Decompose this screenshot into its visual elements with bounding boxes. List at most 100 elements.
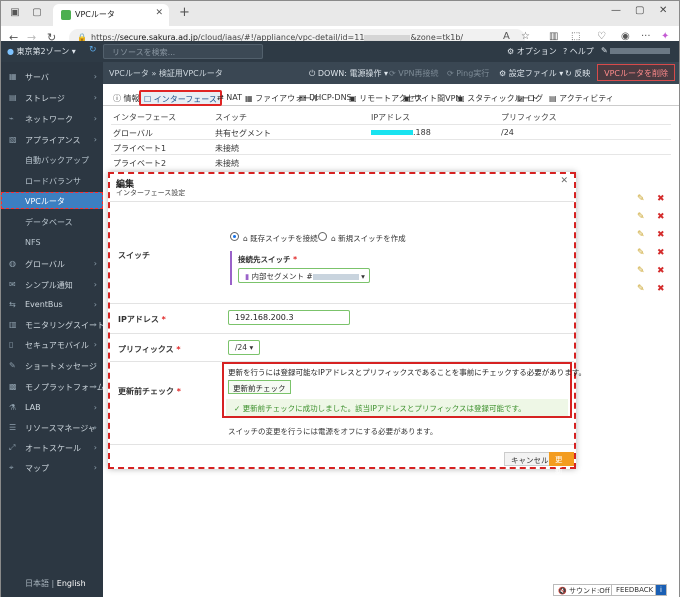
options-link[interactable]: ⚙ オプション [507, 46, 557, 57]
existing-switch-radio[interactable] [230, 232, 239, 241]
check-icon: ✓ [234, 404, 243, 413]
sidebar-item[interactable]: 自動バックアップ [1, 151, 103, 168]
zone-selector[interactable]: ● 東京第2ゾーン ▾ [7, 46, 76, 57]
new-switch-option[interactable]: ⌂ 新規スイッチを作成 [331, 233, 406, 244]
refresh-icon[interactable]: ↻ [89, 45, 97, 55]
config-file-button[interactable]: ⚙ 設定ファイル ▾ [499, 68, 563, 79]
precheck-button[interactable]: 更新前チェック [228, 380, 291, 394]
browser-tab[interactable]: VPCルータ ✕ [53, 4, 169, 26]
favicon-icon [61, 10, 71, 20]
sidebar-item-label: VPCルータ [25, 197, 65, 206]
feedback-button[interactable]: FEEDBACK [611, 584, 659, 596]
table-cell: プライベート1 [113, 144, 167, 153]
sidebar-item[interactable]: ⌁ › ネットワーク [1, 110, 103, 127]
tab-8[interactable]: ▤ ログ [517, 93, 543, 104]
tab-title: VPCルータ [75, 10, 115, 19]
edit-icon[interactable]: ✎ [637, 212, 645, 222]
ping-button[interactable]: ⟳ Ping実行 [447, 68, 489, 79]
resource-search-input[interactable]: リソースを検索... [103, 44, 263, 59]
sidebar-item[interactable]: ⇆ › EventBus [1, 296, 103, 313]
lang-en[interactable]: English [57, 579, 86, 588]
delete-router-button[interactable]: VPCルータを削除 [597, 64, 675, 81]
target-switch-select[interactable]: ▮ 内部セグメント # ▾ [238, 268, 370, 283]
sidebar-item[interactable]: ▯ › セキュアモバイル [1, 336, 103, 353]
maximize-icon[interactable]: ▢ [635, 5, 644, 16]
sidebar-item[interactable]: ▩ › モノプラットフォーム [1, 378, 105, 395]
tab-label: インターフェース [153, 95, 217, 104]
sidebar-item[interactable]: VPCルータ [1, 192, 103, 209]
new-switch-radio[interactable] [318, 232, 327, 241]
sidebar-item-label: リソースマネージャ [25, 424, 96, 433]
tab-6[interactable]: ▣ サイト間VPN [403, 93, 461, 104]
sidebar-item[interactable]: ロードバランサ [1, 172, 103, 189]
tab-actions-icon[interactable]: ▢ [31, 7, 43, 19]
close-dialog-icon[interactable]: ✕ [560, 176, 568, 186]
edit-icon[interactable]: ✎ [637, 194, 645, 204]
power-menu-button[interactable]: ⏻ DOWN: 電源操作 ▾ [309, 68, 388, 79]
sidebar-item[interactable]: ✎ › ショートメッセージ [1, 357, 103, 374]
tab-strip: ▣ ▢ VPCルータ ✕ + — ▢ ✕ [1, 1, 679, 26]
power-label: DOWN: 電源操作 [317, 69, 382, 78]
cancel-button[interactable]: キャンセル [504, 452, 556, 466]
vpn-reconnect-button[interactable]: ⟳ VPN再接続 [389, 68, 439, 79]
tab-1[interactable]: ☐ インターフェース [139, 90, 222, 106]
sidebar-item[interactable]: ▤ › ストレージ [1, 89, 103, 106]
delete-icon[interactable]: ✖ [657, 230, 665, 240]
sidebar-item[interactable]: データベース [1, 213, 103, 230]
ip-address-input[interactable]: 192.168.200.3 [228, 310, 350, 325]
sidebar-item[interactable]: ◍ › グローバル [1, 255, 103, 272]
tab-icon: ▣ [349, 94, 360, 103]
chevron-right-icon: › [93, 443, 97, 452]
sound-toggle[interactable]: 🔇 サウンド:Off [553, 584, 615, 596]
edit-icon[interactable]: ✎ [637, 266, 645, 276]
delete-icon[interactable]: ✖ [657, 284, 665, 294]
tab-label: NAT [226, 93, 242, 102]
save-button[interactable]: 更新 [549, 452, 574, 475]
tab-9[interactable]: ▤ アクティビティ [549, 93, 614, 104]
prefix-select[interactable]: /24 ▾ [228, 340, 260, 355]
sidebar-item[interactable]: ☰ › リソースマネージャ [1, 419, 103, 436]
table-row[interactable]: プライベート1 未接続 [111, 139, 671, 154]
switch-accent-bar [230, 251, 232, 285]
breadcrumb-current: 検証用VPCルータ [158, 69, 223, 78]
tab-icon: ▤ [549, 94, 560, 103]
delete-icon[interactable]: ✖ [657, 212, 665, 222]
platform-icon: ▩ [9, 382, 17, 391]
notify-icon: ✉ [9, 280, 16, 289]
edit-icon[interactable]: ✎ [637, 284, 645, 294]
chevron-right-icon: › [93, 135, 97, 144]
sidebar-item[interactable]: ▧ › アプライアンス [1, 131, 103, 148]
sidebar-item[interactable]: ⌖ › マップ [1, 459, 103, 476]
info-icon[interactable]: i [655, 584, 667, 596]
sidebar-item[interactable]: ▥ › モニタリングスイート [1, 316, 105, 333]
minimize-icon[interactable]: — [611, 5, 621, 16]
lang-ja[interactable]: 日本語 [25, 579, 49, 588]
close-tab-icon[interactable]: ✕ [155, 8, 163, 18]
sidebar-item[interactable]: ✉ › シンプル通知 [1, 276, 103, 293]
edit-icon[interactable]: ✎ [637, 248, 645, 258]
close-window-icon[interactable]: ✕ [659, 5, 667, 16]
breadcrumb-root[interactable]: VPCルータ [109, 69, 149, 78]
profile-icon[interactable]: ▣ [9, 7, 21, 19]
account-menu[interactable]: ✎ [601, 46, 671, 55]
tab-0[interactable]: ⓘ 情報 [113, 93, 140, 104]
sidebar-item[interactable]: ⚗ › LAB [1, 399, 103, 416]
table-row[interactable]: グローバル 共有セグメント .188/24 [111, 124, 671, 139]
tab-2[interactable]: ⇄ NAT [217, 93, 242, 102]
delete-icon[interactable]: ✖ [657, 266, 665, 276]
tab-4[interactable]: ▤ DHCP-DNS [299, 93, 352, 102]
existing-switch-label: 既存スイッチを接続 [250, 234, 318, 243]
apply-button[interactable]: ↻ 反映 [565, 68, 590, 79]
tab-label: 情報 [123, 94, 140, 103]
existing-switch-option[interactable]: ⌂ 既存スイッチを接続 [243, 233, 318, 244]
delete-icon[interactable]: ✖ [657, 194, 665, 204]
delete-icon[interactable]: ✖ [657, 248, 665, 258]
sidebar-item[interactable]: ▦ › サーバ [1, 68, 103, 85]
sidebar-item[interactable]: NFS [1, 234, 103, 251]
edit-icon[interactable]: ✎ [637, 230, 645, 240]
sidebar-item[interactable]: ⤢ › オートスケール [1, 439, 103, 456]
globe-icon: ◍ [9, 259, 16, 268]
new-tab-button[interactable]: + [179, 5, 190, 20]
help-link[interactable]: ? ヘルプ [563, 46, 594, 57]
table-row[interactable]: プライベート2 未接続 [111, 154, 671, 169]
